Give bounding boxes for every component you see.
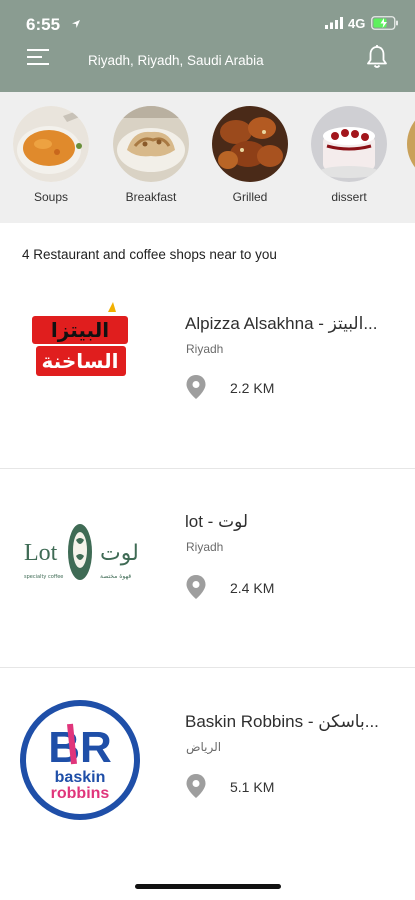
category-label: Breakfast — [125, 190, 177, 204]
restaurant-name: Baskin Robbins - باسكن... — [185, 712, 379, 731]
svg-text:baskin: baskin — [55, 769, 106, 786]
restaurant-name: Alpizza Alsakhna - البيتز... — [185, 314, 378, 333]
restaurant-card[interactable]: البيتزا الساخنة Alpizza Alsakhna - البيت… — [0, 272, 415, 468]
category-label: Grilled — [232, 190, 268, 204]
divider — [0, 667, 415, 668]
svg-text:Lot: Lot — [24, 540, 58, 566]
restaurant-card[interactable]: Lot لوت specialty coffee قهوة مختصة lot … — [0, 470, 415, 666]
signal-icon — [325, 17, 343, 29]
battery-charging-icon — [371, 16, 398, 30]
svg-text:قهوة مختصة: قهوة مختصة — [100, 573, 131, 580]
bell-icon[interactable] — [365, 44, 389, 70]
svg-text:البيتزا: البيتزا — [51, 318, 109, 342]
status-time: 6:55 — [26, 15, 61, 34]
svg-text:الساخنة: الساخنة — [42, 349, 119, 373]
category-grilled[interactable]: Grilled — [210, 106, 290, 204]
menu-icon[interactable] — [27, 48, 51, 66]
svg-text:BR: BR — [48, 723, 112, 772]
restaurant-card[interactable]: BR baskin robbins Baskin Robbins - باسكن… — [0, 670, 415, 866]
svg-text:robbins: robbins — [51, 785, 110, 802]
restaurant-distance: 2.2 KM — [230, 380, 275, 396]
dessert-image — [311, 106, 387, 182]
breakfast-image — [113, 106, 189, 182]
location-arrow-icon — [72, 20, 80, 28]
category-label: Soups — [33, 190, 69, 204]
lot-coffee-logo: Lot لوت specialty coffee قهوة مختصة — [18, 490, 142, 614]
network-type: 4G — [348, 16, 366, 31]
svg-text:specialty coffee: specialty coffee — [24, 574, 63, 580]
location-pin-icon — [186, 774, 206, 798]
location-pin-icon — [186, 575, 206, 599]
location-pin-icon — [186, 375, 206, 399]
category-soups[interactable]: Soups — [11, 106, 91, 204]
restaurant-city: الرياض — [186, 740, 222, 754]
grilled-image — [212, 106, 288, 182]
baskin-robbins-logo: BR baskin robbins — [18, 698, 142, 822]
soup-image — [13, 106, 89, 182]
category-dessert[interactable]: dissert — [309, 106, 389, 204]
category-carousel[interactable]: Soups Breakfast Grilled dissert — [0, 92, 415, 223]
pizza-logo: البيتزا الساخنة — [18, 276, 142, 400]
home-indicator[interactable] — [135, 884, 281, 889]
category-label: dissert — [331, 190, 367, 204]
restaurant-city: Riyadh — [186, 342, 224, 356]
svg-text:لوت: لوت — [100, 541, 139, 566]
app-header: 6:55 4G Riyadh, Riyadh, Saudi Arabia — [0, 0, 415, 92]
restaurant-distance: 5.1 KM — [230, 779, 275, 795]
category-breakfast[interactable]: Breakfast — [111, 106, 191, 204]
section-title: 4 Restaurant and coffee shops near to yo… — [22, 247, 277, 262]
category-more[interactable] — [405, 106, 415, 182]
location-selector[interactable]: Riyadh, Riyadh, Saudi Arabia — [88, 53, 264, 68]
restaurant-name: lot - لوت — [185, 512, 249, 531]
restaurant-distance: 2.4 KM — [230, 580, 275, 596]
category-partial-image — [407, 106, 415, 182]
divider — [0, 468, 415, 469]
restaurant-city: Riyadh — [186, 540, 224, 554]
